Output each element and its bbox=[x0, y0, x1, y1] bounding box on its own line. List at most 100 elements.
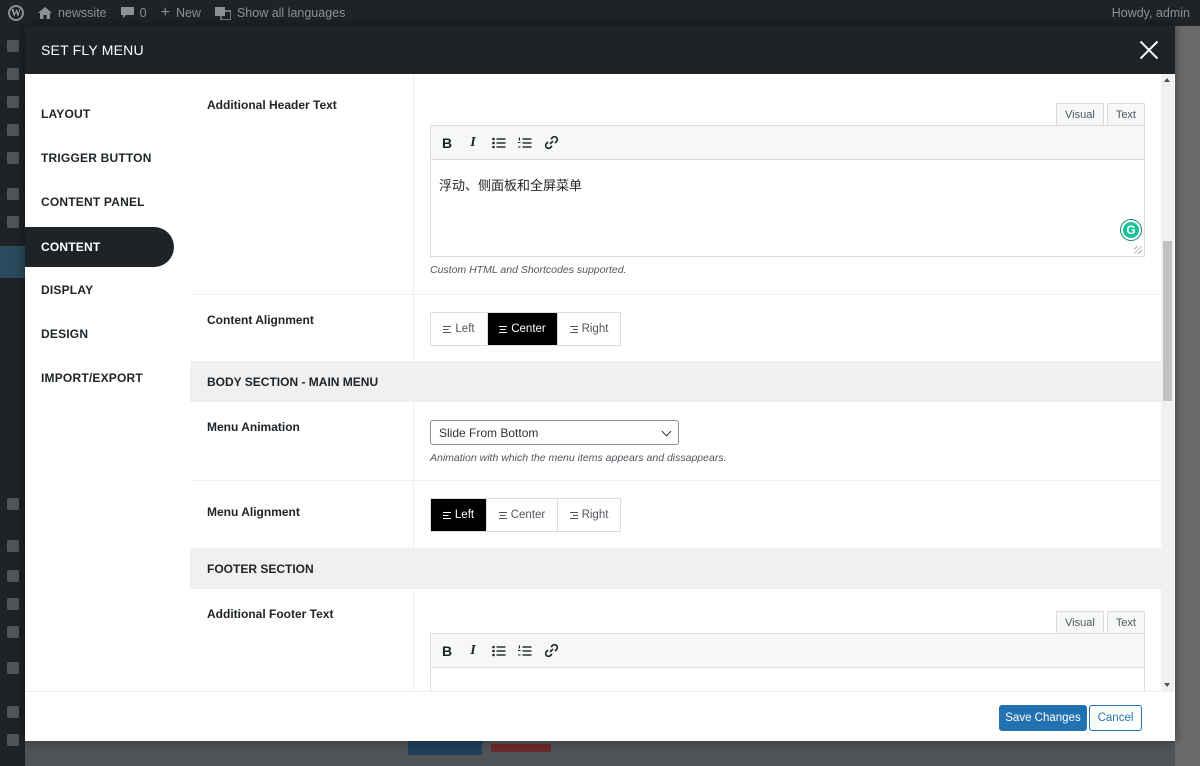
bullet-list-icon[interactable] bbox=[491, 135, 507, 151]
sidebar-item-import-export[interactable]: IMPORT/EXPORT bbox=[25, 358, 174, 398]
site-name-link[interactable]: newssite bbox=[38, 6, 107, 20]
header-text-row: Additional Header Text Visual Text B I 浮… bbox=[190, 74, 1161, 295]
bold-button[interactable]: B bbox=[439, 135, 455, 151]
sidebar-item-display[interactable]: DISPLAY bbox=[25, 270, 174, 310]
sidebar-item-trigger-button[interactable]: TRIGGER BUTTON bbox=[25, 138, 174, 178]
admin-menu bbox=[0, 26, 25, 766]
sidebar-item-content-panel[interactable]: CONTENT PANEL bbox=[25, 182, 174, 222]
numbered-list-icon[interactable] bbox=[517, 643, 533, 659]
appearance-menu-active[interactable] bbox=[0, 246, 25, 278]
scroll-down-icon[interactable] bbox=[1164, 683, 1170, 687]
media-icon[interactable] bbox=[7, 96, 19, 108]
settings-sidebar: LAYOUT TRIGGER BUTTON CONTENT PANEL CONT… bbox=[25, 74, 190, 691]
row-divider bbox=[413, 481, 414, 548]
background-save-menu-button bbox=[408, 741, 482, 755]
header-text-help: Custom HTML and Shortcodes supported. bbox=[430, 264, 627, 276]
menu-align-center-button[interactable]: Center bbox=[487, 499, 558, 531]
option-label: Center bbox=[511, 323, 546, 335]
option-label: Left bbox=[455, 323, 475, 335]
content-alignment-row: Content Alignment Left Center Right bbox=[190, 295, 1161, 362]
content-align-right-button[interactable]: Right bbox=[558, 313, 620, 345]
resize-handle[interactable] bbox=[1134, 246, 1142, 254]
option-label: Left bbox=[454, 509, 475, 521]
content-scrollbar[interactable] bbox=[1161, 74, 1174, 691]
dashboard-icon[interactable] bbox=[7, 40, 19, 52]
comments-count: 0 bbox=[139, 6, 147, 20]
editor-content[interactable] bbox=[431, 668, 1144, 691]
menu-animation-label: Menu Animation bbox=[207, 420, 300, 434]
menu-animation-help: Animation with which the menu items appe… bbox=[430, 452, 727, 464]
pen-icon[interactable] bbox=[7, 662, 19, 674]
comments-menu-icon[interactable] bbox=[7, 152, 19, 164]
sidebar-item-content[interactable]: CONTENT bbox=[25, 227, 174, 267]
posts-icon[interactable] bbox=[7, 68, 19, 80]
bullet-list-icon[interactable] bbox=[491, 643, 507, 659]
editor-box: B I bbox=[430, 633, 1145, 691]
align-right-icon bbox=[569, 511, 578, 519]
align-center-icon bbox=[499, 325, 508, 333]
menu-animation-select[interactable]: Slide From Bottom bbox=[430, 420, 679, 445]
row-divider bbox=[413, 74, 414, 294]
content-align-center-button[interactable]: Center bbox=[488, 313, 558, 345]
row-divider bbox=[413, 295, 414, 361]
italic-button[interactable]: I bbox=[465, 135, 481, 151]
settings-icon[interactable] bbox=[7, 626, 19, 638]
users-icon[interactable] bbox=[7, 570, 19, 582]
align-center-icon bbox=[498, 511, 507, 519]
sidebar-item-design[interactable]: DESIGN bbox=[25, 314, 174, 354]
option-label: Right bbox=[581, 509, 609, 521]
new-content-link[interactable]: + New bbox=[161, 4, 201, 22]
tab-visual[interactable]: Visual bbox=[1056, 611, 1104, 634]
admin-bar: W newssite 0 + New Show all languages Ho… bbox=[0, 0, 1200, 26]
background-delete-menu-link bbox=[491, 744, 551, 752]
wrench-icon[interactable] bbox=[7, 598, 19, 610]
row-divider bbox=[413, 402, 414, 480]
pages-icon[interactable] bbox=[7, 124, 19, 136]
editor-tabs: Visual Text bbox=[1056, 611, 1145, 634]
cancel-button[interactable]: Cancel bbox=[1089, 705, 1142, 731]
align-right-icon bbox=[569, 325, 578, 333]
numbered-list-icon[interactable] bbox=[517, 135, 533, 151]
modal-header: SET FLY MENU bbox=[25, 26, 1175, 74]
wordpress-logo-icon[interactable]: W bbox=[8, 5, 24, 21]
row-divider bbox=[413, 589, 414, 691]
folder-icon[interactable] bbox=[7, 216, 19, 228]
home-icon bbox=[38, 7, 52, 19]
footer-text-row: Additional Footer Text Visual Text B I bbox=[190, 589, 1161, 691]
content-align-left-button[interactable]: Left bbox=[431, 313, 488, 345]
account-menu[interactable]: Howdy, admin bbox=[1112, 6, 1190, 20]
scroll-up-icon[interactable] bbox=[1164, 78, 1170, 82]
menu-icon[interactable] bbox=[7, 188, 19, 200]
align-left-icon bbox=[443, 325, 452, 333]
tab-visual[interactable]: Visual bbox=[1056, 103, 1104, 126]
close-icon[interactable] bbox=[1137, 38, 1161, 62]
tab-text[interactable]: Text bbox=[1106, 103, 1145, 126]
menu-align-left-button[interactable]: Left bbox=[431, 499, 487, 531]
save-changes-button[interactable]: Save Changes bbox=[999, 705, 1087, 731]
editor-content[interactable]: 浮动、侧面板和全屏菜单 bbox=[431, 160, 1144, 209]
languages-label: Show all languages bbox=[236, 6, 346, 20]
languages-link[interactable]: Show all languages bbox=[214, 6, 346, 20]
link-icon[interactable] bbox=[543, 135, 559, 151]
comments-link[interactable]: 0 bbox=[120, 6, 147, 20]
tools-icon[interactable] bbox=[7, 540, 19, 552]
scroll-thumb[interactable] bbox=[1163, 241, 1172, 401]
page-background bbox=[1175, 26, 1200, 766]
grammarly-icon[interactable]: G bbox=[1121, 220, 1141, 240]
translate-menu-icon[interactable] bbox=[7, 706, 19, 718]
collapse-icon[interactable] bbox=[7, 734, 19, 746]
menu-alignment-label: Menu Alignment bbox=[207, 505, 300, 519]
sidebar-item-layout[interactable]: LAYOUT bbox=[25, 94, 174, 134]
select-value: Slide From Bottom bbox=[439, 425, 539, 440]
plus-icon: + bbox=[160, 4, 170, 21]
tab-text[interactable]: Text bbox=[1106, 611, 1145, 634]
content-alignment-label: Content Alignment bbox=[207, 313, 314, 327]
plugin-icon[interactable] bbox=[7, 498, 19, 510]
italic-button[interactable]: I bbox=[465, 643, 481, 659]
align-left-icon bbox=[442, 511, 451, 519]
footer-section-heading: FOOTER SECTION bbox=[190, 549, 1161, 589]
menu-align-right-button[interactable]: Right bbox=[558, 499, 620, 531]
footer-text-label: Additional Footer Text bbox=[207, 607, 334, 621]
link-icon[interactable] bbox=[543, 643, 559, 659]
bold-button[interactable]: B bbox=[439, 643, 455, 659]
